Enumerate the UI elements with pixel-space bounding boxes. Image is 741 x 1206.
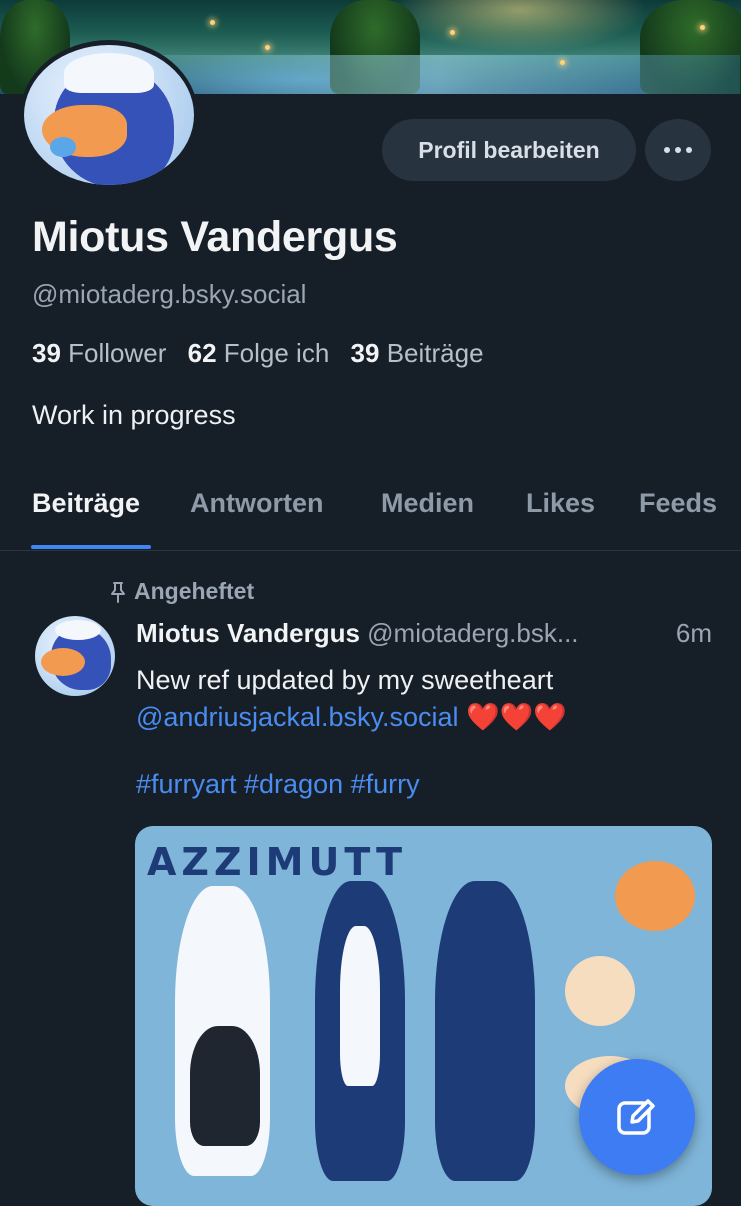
avatar-image	[24, 45, 194, 185]
following-stat[interactable]: 62 Folge ich	[188, 338, 330, 368]
posts-stat: 39 Beiträge	[350, 338, 484, 368]
display-name: Miotus Vandergus	[32, 213, 398, 261]
ref-hand	[565, 956, 635, 1026]
banner-water	[140, 55, 740, 94]
ellipsis-icon	[664, 147, 670, 153]
post-author-handle[interactable]: @miotaderg.bsk...	[367, 618, 578, 648]
mention-link[interactable]: @andriusjackal.bsky.social	[136, 702, 459, 732]
profile-tabs: Beiträge Antworten Medien Likes Feeds	[0, 460, 741, 551]
pin-icon	[111, 581, 125, 603]
post-timestamp[interactable]: 6m	[676, 618, 712, 649]
ref-figure	[435, 881, 535, 1181]
tab-feeds[interactable]: Feeds	[639, 488, 717, 519]
hearts-emoji: ❤️❤️❤️	[466, 702, 567, 732]
compose-button[interactable]	[579, 1059, 695, 1175]
tab-replies[interactable]: Antworten	[190, 488, 323, 519]
active-tab-indicator	[31, 545, 151, 549]
pinned-label: Angeheftet	[108, 578, 254, 605]
more-options-button[interactable]	[645, 119, 711, 181]
post-body: New ref updated by my sweetheart @andriu…	[136, 662, 567, 736]
ref-figure-belly	[340, 926, 380, 1086]
tab-media[interactable]: Medien	[381, 488, 474, 519]
ref-head	[615, 861, 695, 931]
post-header: Miotus Vandergus @miotaderg.bsk... 6m	[136, 618, 726, 649]
banner-sparkle	[560, 60, 565, 65]
media-title: AZZIMUTT	[147, 840, 408, 884]
banner-sparkle	[265, 45, 270, 50]
followers-stat[interactable]: 39 Follower	[32, 338, 166, 368]
tab-likes[interactable]: Likes	[526, 488, 595, 519]
profile-handle: @miotaderg.bsky.social	[32, 279, 307, 309]
edit-profile-button[interactable]: Profil bearbeiten	[382, 119, 636, 181]
profile-bio: Work in progress	[32, 400, 236, 430]
banner-sparkle	[210, 20, 215, 25]
banner-sparkle	[700, 25, 705, 30]
post-author-name[interactable]: Miotus Vandergus	[136, 618, 360, 648]
ref-figure-pants	[190, 1026, 260, 1146]
tab-posts[interactable]: Beiträge	[32, 488, 140, 519]
post-text-line: New ref updated by my sweetheart	[136, 665, 554, 695]
post-hashtags[interactable]: #furryart #dragon #furry	[136, 769, 420, 800]
post-author-avatar[interactable]	[35, 616, 115, 696]
compose-icon	[617, 1099, 655, 1135]
banner-sparkle	[450, 30, 455, 35]
profile-stats: 39 Follower 62 Folge ich 39 Beiträge	[32, 338, 484, 369]
profile-avatar[interactable]	[20, 40, 198, 190]
